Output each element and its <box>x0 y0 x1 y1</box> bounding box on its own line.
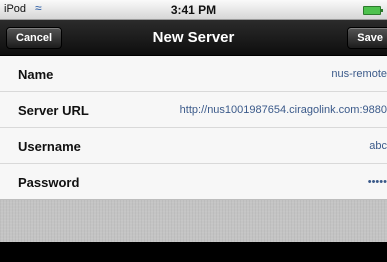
name-row[interactable]: Name nus-remote <box>0 56 387 92</box>
server-url-field[interactable]: http://nus1001987654.ciragolink.com:9880 <box>180 104 387 116</box>
status-time: 3:41 PM <box>170 3 217 17</box>
server-url-label: Server URL <box>18 103 89 118</box>
password-field[interactable]: ••••• <box>368 176 387 188</box>
server-url-row[interactable]: Server URL http://nus1001987654.ciragoli… <box>0 92 387 128</box>
name-field[interactable]: nus-remote <box>331 68 387 80</box>
save-button[interactable]: Save <box>347 27 387 49</box>
password-row[interactable]: Password ••••• <box>0 164 387 200</box>
username-row[interactable]: Username abc <box>0 128 387 164</box>
page-title: New Server <box>152 29 235 46</box>
username-field[interactable]: abc <box>369 140 387 152</box>
navigation-bar: Cancel New Server Save <box>0 20 387 56</box>
bottom-bar <box>0 242 387 262</box>
username-label: Username <box>18 139 81 154</box>
name-label: Name <box>18 67 54 82</box>
battery-icon <box>363 6 383 15</box>
status-bar: iPod ≈ 3:41 PM <box>0 0 387 20</box>
password-label: Password <box>18 175 80 190</box>
background-area <box>0 200 387 242</box>
server-form: Name nus-remote Server URL http://nus100… <box>0 56 387 200</box>
